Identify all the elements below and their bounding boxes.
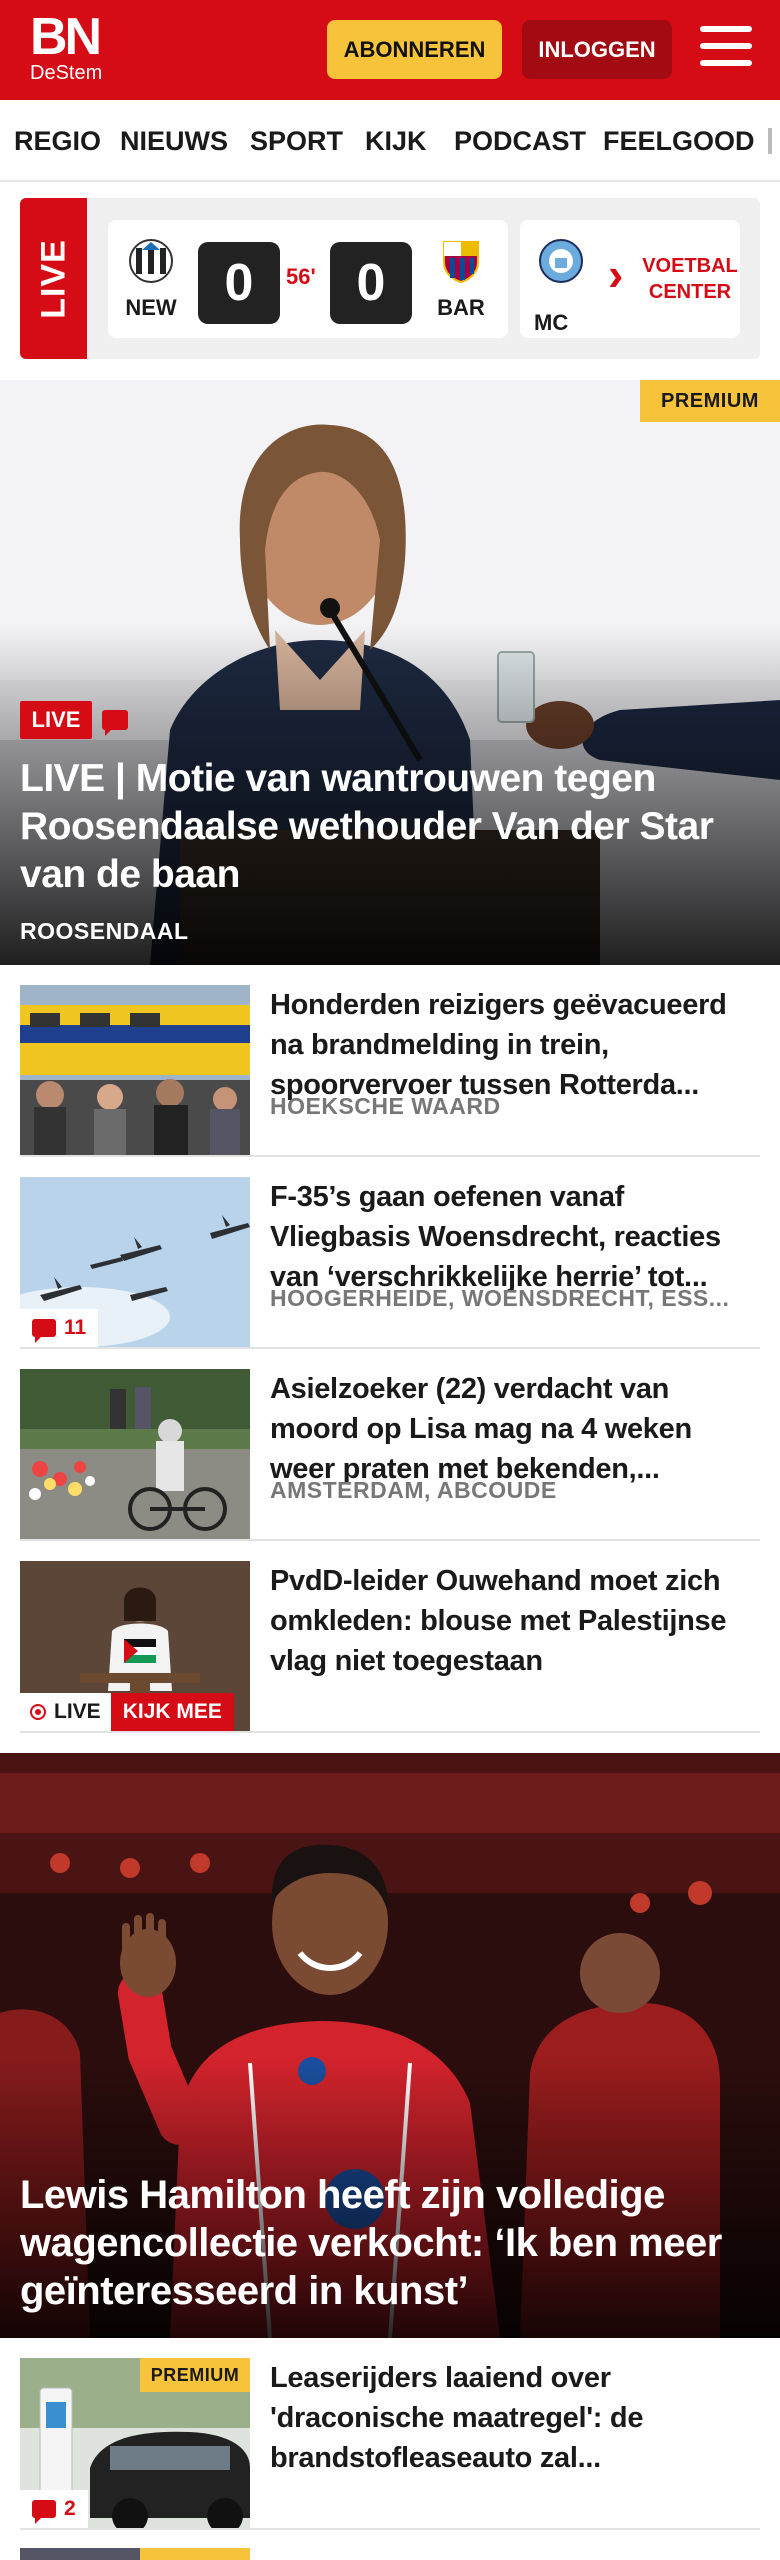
home-team-abbr: NEW xyxy=(125,295,177,320)
home-score: 0 xyxy=(198,242,280,324)
live-tab-label: LIVE xyxy=(34,238,72,319)
login-button[interactable]: INLOGGEN xyxy=(522,20,672,79)
home-team: NEW xyxy=(116,238,186,321)
voetbal-center-button[interactable]: VOETBAL CENTER xyxy=(640,220,740,338)
live-scores-bar: LIVE NEW 0 56' 0 BAR MC › VOETBAL CENTER xyxy=(20,198,760,359)
feature-article[interactable]: Lewis Hamilton heeft zijn volledige wage… xyxy=(0,1753,780,2338)
comment-icon xyxy=(32,1319,56,1343)
article-location: HOEKSCHE WAARD xyxy=(270,1093,501,1119)
live-tab[interactable]: LIVE xyxy=(20,198,87,359)
list-item[interactable]: Asielzoeker (22) verdacht van moord op L… xyxy=(20,1349,760,1541)
hero-location: ROOSENDAAL xyxy=(20,918,189,944)
subscribe-button[interactable]: ABONNEREN xyxy=(327,20,502,79)
live-watch-badge[interactable]: LIVE KIJK MEE xyxy=(20,1693,234,1731)
list-item[interactable]: Honderden reizigers geëvacu­eerd na bran… xyxy=(20,965,760,1157)
watch-button[interactable]: KIJK MEE xyxy=(110,1693,234,1731)
away-score: 0 xyxy=(330,242,412,324)
list-item[interactable]: LIVE KIJK MEE PvdD-leider Ouwehand moet … xyxy=(20,1541,760,1733)
hero-article[interactable]: PREMIUM LIVE LIVE | Motie van wantrouwen… xyxy=(0,380,780,965)
article-thumbnail: 11 xyxy=(20,1177,250,1347)
nav-item-feelgood[interactable]: FEELGOOD xyxy=(603,126,755,157)
nav-item-sport[interactable]: SPORT xyxy=(250,126,343,157)
nav-item-podcast[interactable]: PODCAST xyxy=(454,126,586,157)
comment-icon xyxy=(32,2500,56,2524)
article-location: AMSTERDAM, ABCOUDE xyxy=(270,1477,557,1503)
article-title[interactable]: F-35’s gaan oefenen vanaf Vliegbasis Woe… xyxy=(270,1177,760,1297)
barcelona-crest-icon xyxy=(443,241,479,284)
chevron-right-icon[interactable]: › xyxy=(608,251,623,297)
premium-badge: PREMIUM xyxy=(640,380,780,422)
article-thumbnail xyxy=(20,985,250,1155)
away-team: BAR xyxy=(426,238,496,321)
article-location: HOOGERHEIDE, WOENSDRECHT, ESS... xyxy=(270,1285,730,1311)
comment-count-badge[interactable]: 2 xyxy=(20,2490,88,2528)
match-minute: 56' xyxy=(286,264,316,289)
nav-item-regio[interactable]: REGIO xyxy=(14,126,101,157)
nav-item-kijk[interactable]: KIJK xyxy=(365,126,427,157)
comment-count: 11 xyxy=(64,1316,87,1339)
next-list-item-peek xyxy=(20,2548,760,2560)
menu-icon[interactable] xyxy=(700,26,752,72)
article-title[interactable]: PvdD-leider Ouwehand moet zich omkleden:… xyxy=(270,1561,760,1681)
article-thumbnail: PREMIUM 2 xyxy=(20,2358,250,2528)
away-team-abbr: BAR xyxy=(437,295,485,320)
comment-count-badge[interactable]: 11 xyxy=(20,1309,99,1347)
nav-overflow-indicator xyxy=(768,128,772,154)
hero-title[interactable]: LIVE | Motie van wantrouwen tegen Roosen… xyxy=(20,755,760,899)
comment-icon xyxy=(102,710,128,736)
logo-sub: DeStem xyxy=(30,62,103,84)
article-title[interactable]: Honderden reizigers geëvacu­eerd na bran… xyxy=(270,985,760,1105)
live-label: LIVE xyxy=(54,1700,101,1723)
list-item[interactable]: 11 F-35’s gaan oefenen vanaf Vliegbasis … xyxy=(20,1157,760,1349)
next-match-home-abbr: MC xyxy=(534,310,569,335)
comment-count: 2 xyxy=(64,2497,76,2520)
record-icon xyxy=(30,1704,46,1720)
live-badge: LIVE xyxy=(20,701,92,739)
live-indicator: LIVE xyxy=(20,1693,111,1731)
article-thumbnail: LIVE KIJK MEE xyxy=(20,1561,250,1731)
feature-title[interactable]: Lewis Hamilton heeft zijn volledige wage… xyxy=(20,2171,760,2315)
site-logo[interactable]: BN DeStem xyxy=(30,8,103,84)
article-title[interactable]: Asielzoeker (22) verdacht van moord op L… xyxy=(270,1369,760,1489)
logo-main: BN xyxy=(30,8,102,66)
site-header: BN DeStem ABONNEREN INLOGGEN xyxy=(0,0,780,100)
article-thumbnail xyxy=(20,1369,250,1539)
newcastle-crest-icon xyxy=(129,239,173,283)
article-title[interactable]: Leaserijders laaiend over 'draconische m… xyxy=(270,2358,760,2478)
nav-item-nieuws[interactable]: NIEUWS xyxy=(120,126,228,157)
man-city-crest-icon xyxy=(539,239,583,283)
list-item[interactable]: PREMIUM 2 Leaserijders laaiend over 'dra… xyxy=(20,2338,760,2530)
main-nav: REGIO NIEUWS SPORT KIJK PODCAST FEELGOOD xyxy=(0,100,780,182)
premium-badge: PREMIUM xyxy=(140,2358,250,2392)
match-card[interactable]: NEW 0 56' 0 BAR xyxy=(108,220,508,338)
